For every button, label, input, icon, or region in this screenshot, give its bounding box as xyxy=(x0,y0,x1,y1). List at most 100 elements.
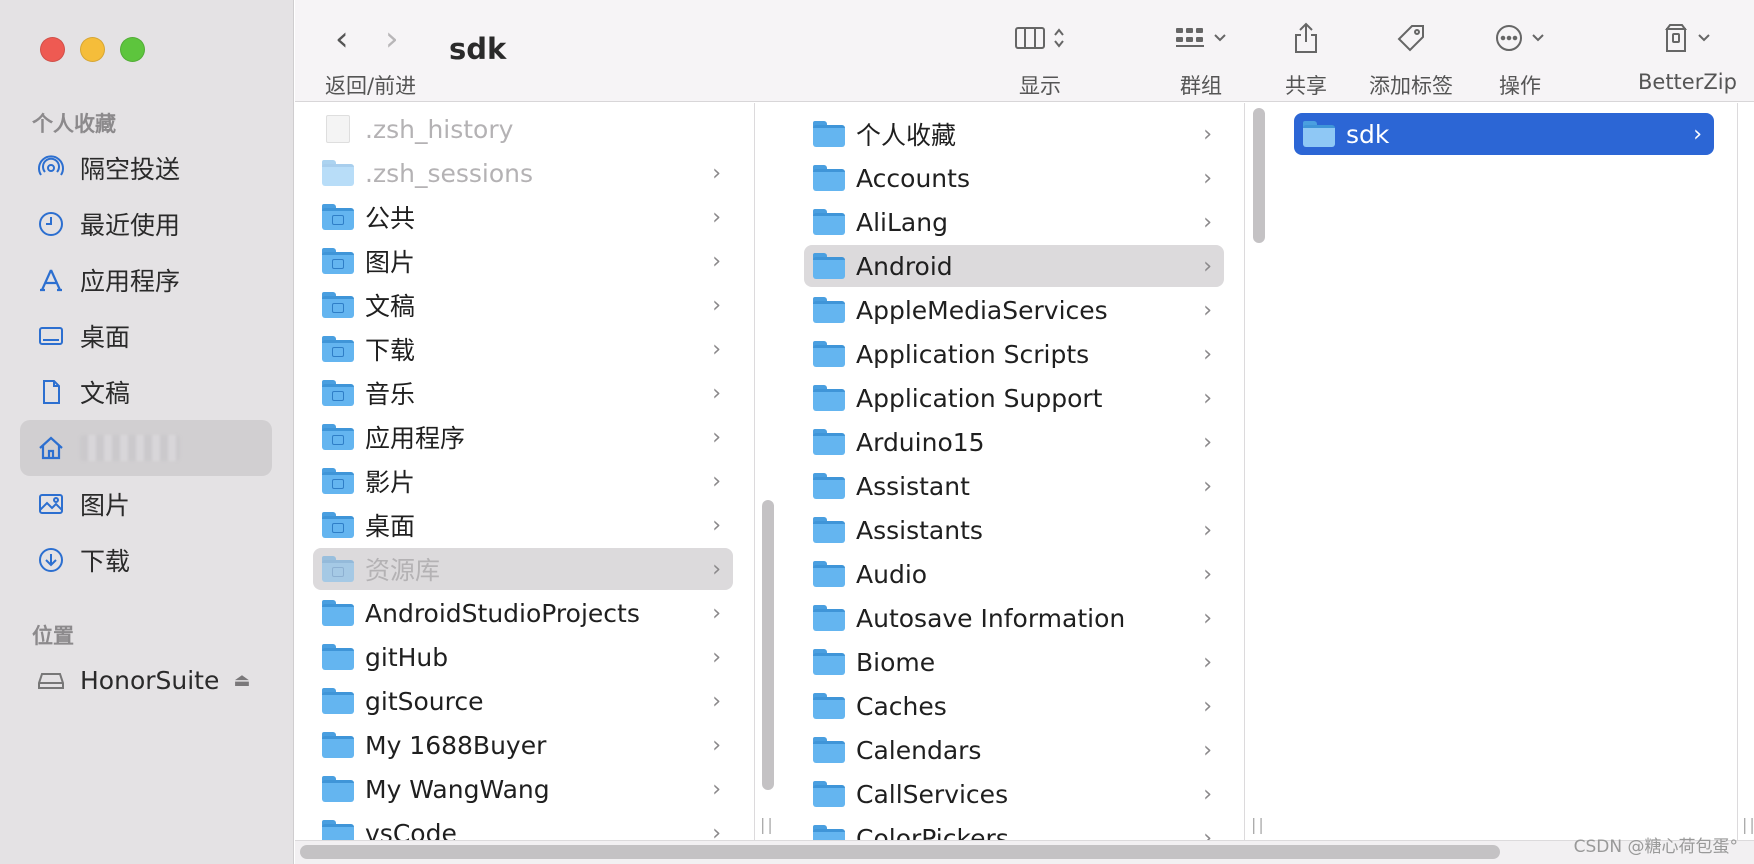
close-window-button[interactable] xyxy=(40,37,65,62)
sidebar-item-honorsuite[interactable]: HonorSuite ⏏ xyxy=(20,652,272,708)
column-resize-handle[interactable]: || xyxy=(760,815,775,834)
library-folder-icon xyxy=(321,554,355,584)
list-item-selected[interactable]: sdk › xyxy=(1294,113,1714,155)
chevron-right-icon: › xyxy=(712,512,721,538)
list-item[interactable]: Arduino15 › xyxy=(804,421,1224,463)
chevron-right-icon: › xyxy=(1203,693,1212,719)
share-button[interactable]: 共享 xyxy=(1285,18,1327,100)
minimize-window-button[interactable] xyxy=(80,37,105,62)
chevron-right-icon: › xyxy=(1203,473,1212,499)
list-item[interactable]: 个人收藏 › xyxy=(804,113,1224,155)
sidebar-item-label: HonorSuite xyxy=(80,665,220,695)
action-label: 操作 xyxy=(1499,74,1541,98)
list-item[interactable]: Calendars › xyxy=(804,729,1224,771)
column-resize-handle[interactable]: || xyxy=(1251,815,1266,834)
window-controls xyxy=(40,37,145,62)
list-item[interactable]: CallServices › xyxy=(804,773,1224,815)
list-item[interactable]: 音乐 › xyxy=(313,372,733,414)
list-item[interactable]: My WangWang › xyxy=(313,768,733,810)
list-item[interactable]: 应用程序 › xyxy=(313,416,733,458)
list-item[interactable]: Application Scripts › xyxy=(804,333,1224,375)
sidebar-item-airdrop[interactable]: 隔空投送 xyxy=(20,140,272,196)
item-label: 下载 xyxy=(365,336,416,365)
list-item[interactable]: Biome › xyxy=(804,641,1224,683)
zoom-window-button[interactable] xyxy=(120,37,145,62)
item-label: Audio xyxy=(856,559,928,589)
list-item[interactable]: My 1688Buyer › xyxy=(313,724,733,766)
sidebar-item-pictures[interactable]: 图片 xyxy=(20,476,272,532)
list-item[interactable]: 图片 › xyxy=(313,240,733,282)
sidebar: 个人收藏 隔空投送 最近使用 应用程序 桌面 文稿 图片 下载 位置 Honor… xyxy=(0,0,294,864)
folder-icon xyxy=(321,818,355,840)
columns-view-icon xyxy=(1015,27,1045,49)
sidebar-item-desktop[interactable]: 桌面 xyxy=(20,308,272,364)
chevron-right-icon: › xyxy=(1693,121,1702,147)
list-item[interactable]: AliLang › xyxy=(804,201,1224,243)
item-label: Assistants xyxy=(856,515,983,545)
ellipsis-circle-icon xyxy=(1496,25,1522,51)
eject-icon[interactable]: ⏏ xyxy=(233,670,250,691)
folder-icon xyxy=(812,647,846,677)
list-item[interactable]: vsCode › xyxy=(313,812,733,840)
item-label: Application Support xyxy=(856,383,1103,413)
list-item[interactable]: ColorPickers › xyxy=(804,817,1224,840)
sidebar-item-label: 图片 xyxy=(80,491,131,520)
chevron-right-icon: › xyxy=(1203,165,1212,191)
sidebar-item-home[interactable] xyxy=(20,420,272,476)
list-item-selected[interactable]: 资源库 › xyxy=(313,548,733,590)
folder-icon xyxy=(812,515,846,545)
list-item[interactable]: Assistants › xyxy=(804,509,1224,551)
list-item-selected[interactable]: Android › xyxy=(804,245,1224,287)
column-resize-handle[interactable]: || xyxy=(1742,815,1754,834)
folder-icon xyxy=(321,774,355,804)
view-button[interactable]: 显示 xyxy=(1015,18,1065,100)
list-item[interactable]: gitSource › xyxy=(313,680,733,722)
column-home-scrollbar[interactable] xyxy=(762,500,774,790)
list-item[interactable]: Caches › xyxy=(804,685,1224,727)
item-label: 图片 xyxy=(365,248,416,277)
chevron-right-icon: › xyxy=(712,336,721,362)
chevron-right-icon: › xyxy=(1203,429,1212,455)
list-item[interactable]: 文稿 › xyxy=(313,284,733,326)
list-item[interactable]: Audio › xyxy=(804,553,1224,595)
add-tag-button[interactable]: 添加标签 xyxy=(1369,18,1453,100)
item-label: Accounts xyxy=(856,163,970,193)
action-button[interactable]: 操作 xyxy=(1495,18,1545,100)
list-item[interactable]: 公共 › xyxy=(313,196,733,238)
share-label: 共享 xyxy=(1285,74,1327,98)
chevron-right-icon: › xyxy=(712,644,721,670)
folder-icon xyxy=(321,642,355,672)
list-item[interactable]: .zsh_history xyxy=(313,108,733,150)
list-item[interactable]: Autosave Information › xyxy=(804,597,1224,639)
item-label: AndroidStudioProjects xyxy=(365,598,640,628)
list-item[interactable]: .zsh_sessions › xyxy=(313,152,733,194)
sidebar-item-documents[interactable]: 文稿 xyxy=(20,364,272,420)
betterzip-button[interactable]: BetterZip xyxy=(1638,18,1737,94)
folder-icon xyxy=(812,691,846,721)
sidebar-item-recents[interactable]: 最近使用 xyxy=(20,196,272,252)
list-item[interactable]: Assistant › xyxy=(804,465,1224,507)
list-item[interactable]: Application Support › xyxy=(804,377,1224,419)
column-library-scrollbar[interactable] xyxy=(1253,108,1265,243)
forward-button[interactable]: › xyxy=(385,22,399,56)
list-item[interactable]: Accounts › xyxy=(804,157,1224,199)
list-item[interactable]: 桌面 › xyxy=(313,504,733,546)
sidebar-item-downloads[interactable]: 下载 xyxy=(20,532,272,588)
list-item[interactable]: 下载 › xyxy=(313,328,733,370)
folder-icon xyxy=(812,295,846,325)
applications-folder-icon xyxy=(321,422,355,452)
list-item[interactable]: gitHub › xyxy=(313,636,733,678)
folder-icon xyxy=(321,598,355,628)
item-label: Android xyxy=(856,251,953,281)
list-item[interactable]: AndroidStudioProjects › xyxy=(313,592,733,634)
group-button[interactable]: 群组 xyxy=(1175,18,1227,100)
chevron-right-icon: › xyxy=(712,556,721,582)
folder-icon xyxy=(812,735,846,765)
chevron-right-icon: › xyxy=(712,776,721,802)
list-item[interactable]: AppleMediaServices › xyxy=(804,289,1224,331)
back-button[interactable]: ‹ xyxy=(335,22,349,56)
sidebar-item-applications[interactable]: 应用程序 xyxy=(20,252,272,308)
list-item[interactable]: 影片 › xyxy=(313,460,733,502)
chevron-right-icon: › xyxy=(1203,825,1212,841)
horizontal-scrollbar[interactable] xyxy=(300,845,1500,859)
